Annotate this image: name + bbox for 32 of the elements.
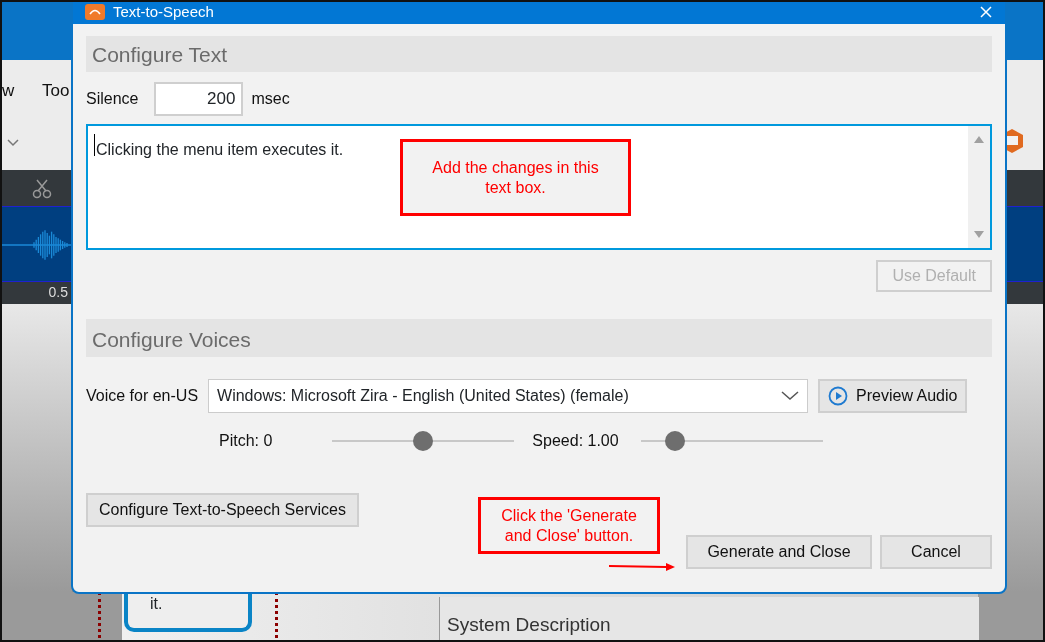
window-title: Text-to-Speech	[113, 2, 214, 22]
silence-field[interactable]: 200	[154, 82, 244, 116]
slider-label: Speed: 1.00	[532, 431, 619, 451]
cancel-button[interactable]: Cancel	[880, 535, 992, 569]
slider-thumb[interactable]	[413, 431, 434, 451]
section-header: Configure Voices	[86, 319, 992, 357]
annotation-callout: Add the changes in this text box.	[400, 139, 631, 216]
unit-label: msec	[251, 89, 290, 109]
up-arrow-icon	[973, 134, 985, 144]
configure-services-button[interactable]: Configure Text-to-Speech Services	[86, 493, 359, 527]
menu-item[interactable]: Too	[42, 78, 72, 104]
table-header: System Description	[439, 597, 979, 640]
app-icon	[85, 4, 105, 20]
menu-item[interactable]: w	[2, 78, 15, 104]
chevron-icon	[6, 138, 20, 147]
voice-label: Voice for en-US	[86, 386, 199, 406]
node-text: it.	[150, 595, 163, 612]
play-icon	[828, 386, 849, 406]
generate-button[interactable]: Generate and Close	[686, 535, 872, 569]
silence-label: Silence	[86, 89, 139, 109]
scissors-icon	[32, 177, 52, 199]
slider-thumb[interactable]	[665, 431, 686, 451]
voice-dropdown[interactable]: Windows: Microsoft Zira - English (United States) (female)	[208, 379, 809, 413]
chevron-down-icon	[781, 391, 800, 401]
slider-label: Pitch: 0	[219, 431, 273, 451]
section-header: Configure Text	[86, 36, 992, 72]
annotation-arrow	[608, 562, 676, 572]
ruler-label: 0.5	[48, 284, 68, 300]
down-arrow-icon	[973, 230, 985, 240]
annotation-callout: Click the 'Generate and Close' button.	[478, 497, 660, 554]
preview-audio-button[interactable]: Preview Audio	[818, 379, 968, 413]
close-icon	[979, 5, 993, 19]
